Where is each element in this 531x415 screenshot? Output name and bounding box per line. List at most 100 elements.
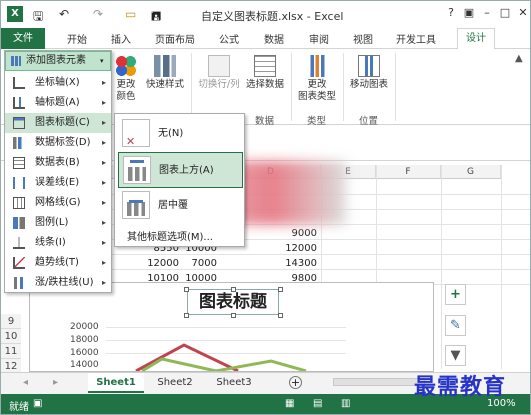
menu-item-gridlines[interactable]: 网格线(G) ▸ [5,193,111,213]
menu-item-chart-title[interactable]: 图表标题(C) ▸ [5,113,111,133]
menu-item-data-table[interactable]: 数据表(B) ▸ [5,153,111,173]
menu-item-axis-titles[interactable]: 轴标题(A) ▸ [5,93,111,113]
tab-page-layout[interactable]: 页面布局 [155,31,195,46]
close-button[interactable]: ✕ [515,5,530,21]
resize-handle[interactable] [231,287,236,292]
group-data-label: 数据 [255,116,275,127]
tab-insert[interactable]: 插入 [111,31,131,46]
help-button[interactable]: ? [443,5,459,21]
ribbon-display-icon[interactable]: ▣ [461,5,477,21]
menu-item-title-centered[interactable]: 居中覆 [118,188,243,224]
menu-item-error-bars[interactable]: 误差线(E) ▸ [5,173,111,193]
resize-handle[interactable] [184,287,189,292]
dropdown-arrow-icon: ▾ [100,57,104,65]
scroll-up-icon[interactable]: ▲ [515,53,523,64]
tab-view[interactable]: 视图 [353,31,373,46]
chart-elements-plus-icon[interactable]: + [445,284,466,305]
change-colors-label: 更改 [116,79,136,90]
submenu-arrow-icon: ▸ [102,238,107,247]
submenu-arrow-icon: ▸ [102,198,107,207]
submenu-arrow-icon: ▸ [102,118,107,127]
resize-handle[interactable] [184,313,189,318]
menu-item-title-above[interactable]: 图表上方(A) [118,152,243,188]
submenu-arrow-icon: ▸ [102,158,107,167]
prev-sheet-icon[interactable]: ◂ [23,377,28,388]
switch-icon [208,55,230,77]
chart-styles-brush-icon[interactable]: ✎ [445,315,466,336]
menu-item-lines[interactable]: 线条(I) ▸ [5,233,111,253]
restore-button[interactable]: □ [497,5,513,21]
row-header[interactable]: 9 [1,314,21,329]
menu-item-label: 无(N) [158,128,184,139]
redo-icon[interactable]: ↷ [93,7,103,21]
change-colors-button[interactable]: 更改 颜色 [111,55,141,103]
sheet-tab-sheet3[interactable]: Sheet3 [206,373,262,393]
menu-item-axes[interactable]: 坐标轴(X) ▸ [5,73,111,93]
tab-file[interactable]: 文件 [1,28,45,49]
menu-item-data-labels[interactable]: 数据标签(D) ▸ [5,133,111,153]
tab-formulas[interactable]: 公式 [219,31,239,46]
menu-item-label: 网格线(G) [35,197,81,208]
row-header[interactable]: 10 [1,329,21,344]
chart-area[interactable]: 图表标题 20000 18000 16000 14000 [29,282,434,372]
minimize-button[interactable]: – [479,5,495,21]
page-layout-view-icon[interactable]: ▤ [313,398,322,409]
group-location-label: 位置 [359,116,379,127]
cell[interactable]: 14300 [271,257,317,271]
cell[interactable]: 12000 [131,257,179,271]
switch-row-col-button[interactable]: 切换行/列 [195,55,243,91]
menu-item-label: 数据表(B) [35,157,80,168]
change-chart-type-button[interactable]: 更改 图表类型 [295,55,339,103]
change-colors-label-2: 颜色 [116,91,136,102]
save-as-icon[interactable]: 🖪 [151,7,161,28]
select-data-button[interactable]: 选择数据 [243,55,287,91]
color-palette-icon [115,55,137,77]
submenu-arrow-icon: ▸ [102,78,107,87]
cell[interactable]: 9000 [271,227,317,241]
tab-data[interactable]: 数据 [264,31,284,46]
chart-title[interactable]: 图表标题 [187,289,279,315]
move-chart-button[interactable]: 移动图表 [347,55,391,91]
cell[interactable]: 12000 [271,242,317,256]
cell[interactable]: 7000 [181,257,217,271]
submenu-arrow-icon: ▸ [102,278,107,287]
sheet-tab-sheet2[interactable]: Sheet2 [147,373,203,393]
normal-view-icon[interactable]: ▦ [285,398,294,409]
tab-developer[interactable]: 开发工具 [396,31,436,46]
save-icon[interactable]: 🖫 [33,7,43,28]
open-folder-icon[interactable]: ▭ [125,7,136,21]
chart-filter-icon[interactable]: ▼ [445,345,466,366]
table-icon [254,55,276,77]
resize-handle[interactable] [231,313,236,318]
macro-record-icon[interactable]: ▣ [33,398,42,409]
quick-style-label: 快速样式 [145,79,184,90]
row-header[interactable]: 11 [1,344,21,359]
add-chart-element-button[interactable]: 添加图表元素 ▾ [5,51,111,71]
page-break-view-icon[interactable]: ▥ [341,398,350,409]
add-sheet-icon[interactable]: + [289,376,302,389]
ribbon-tabs: 文件 开始 插入 页面布局 公式 数据 审阅 视图 开发工具 设计 [1,28,530,50]
menu-item-title-none[interactable]: ✕ 无(N) [118,116,243,152]
status-ready: 就绪 [9,402,29,413]
column-header-f[interactable]: F [376,165,441,179]
resize-handle[interactable] [278,287,283,292]
undo-icon[interactable]: ↶ [59,7,69,21]
tab-review[interactable]: 审阅 [309,31,329,46]
menu-item-legend[interactable]: 图例(L) ▸ [5,213,111,233]
more-title-options[interactable]: 其他标题选项(M)... [127,228,213,243]
menu-item-trendline[interactable]: 趋势线(T) ▸ [5,253,111,273]
menu-item-label: 图表标题(C) [35,117,90,128]
submenu-arrow-icon: ▸ [102,258,107,267]
resize-handle[interactable] [278,313,283,318]
horizontal-scrollbar[interactable] [333,378,425,386]
next-sheet-icon[interactable]: ▸ [53,377,58,388]
sheet-tab-sheet1[interactable]: Sheet1 [88,373,144,393]
y-tick-label: 14000 [70,360,99,370]
ribbon-divider [343,53,344,121]
tab-home[interactable]: 开始 [67,31,87,46]
tab-design[interactable]: 设计 [457,28,495,50]
change-type-label: 更改 [307,79,327,90]
menu-item-updown-bars[interactable]: 涨/跌柱线(U) ▸ [5,273,111,293]
quick-style-button[interactable]: 快速样式 [141,55,189,91]
column-header-g[interactable]: G [441,165,501,179]
